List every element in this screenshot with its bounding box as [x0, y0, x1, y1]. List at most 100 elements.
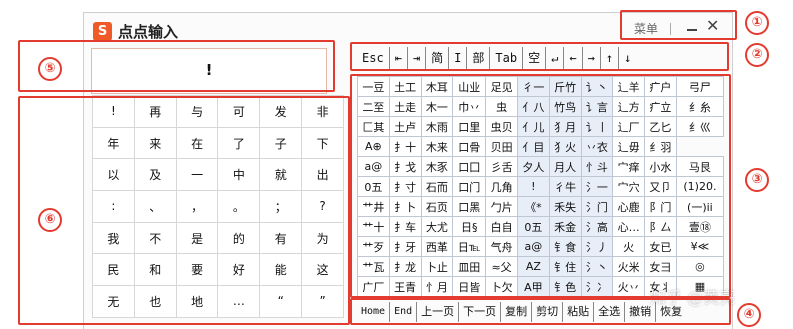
char-cell[interactable]: 一 [175, 158, 219, 192]
toolbar-key-7[interactable]: 空 [522, 47, 545, 69]
radical-cell[interactable]: 女已 [644, 236, 677, 257]
radical-cell[interactable]: 卜欠 [485, 276, 518, 297]
radical-cell[interactable]: 犭月 [548, 116, 582, 137]
char-cell[interactable]: 与 [175, 95, 219, 128]
radical-cell[interactable]: 西革 [420, 236, 454, 257]
radical-cell[interactable]: 弓尸 [675, 76, 725, 97]
radical-cell[interactable]: ◎ [675, 256, 725, 277]
radical-cell[interactable]: 亻目 [516, 136, 550, 157]
edit-button-1[interactable]: End [389, 302, 416, 322]
char-cell[interactable]: 出 [301, 158, 344, 192]
radical-cell[interactable]: 又卩 [644, 176, 677, 197]
toolbar-key-10[interactable]: → [581, 47, 600, 69]
char-cell[interactable]: 在 [175, 126, 219, 160]
char-cell[interactable]: ! [92, 95, 135, 128]
char-cell[interactable]: : [92, 190, 135, 223]
radical-cell[interactable]: (1)20. [675, 176, 725, 197]
char-cell[interactable]: 可 [217, 95, 261, 128]
char-cell[interactable]: 子 [259, 126, 303, 160]
radical-cell[interactable]: 宀穴 [612, 176, 646, 197]
radical-cell[interactable]: 火 [612, 236, 646, 257]
char-cell[interactable]: 地 [175, 285, 219, 318]
radical-cell[interactable]: 石而 [420, 176, 454, 197]
radical-cell[interactable]: 贝田 [485, 136, 518, 157]
radical-cell[interactable]: 火米 [612, 256, 646, 277]
radical-cell[interactable]: AZ [516, 256, 550, 277]
radical-cell[interactable]: 阝门 [644, 196, 677, 217]
char-cell[interactable]: 再 [133, 95, 177, 128]
radical-cell[interactable]: 辶羊 [612, 76, 646, 97]
radical-cell[interactable]: 日℡ [452, 236, 487, 257]
radical-cell[interactable]: 宀痒 [612, 156, 646, 177]
char-cell[interactable]: 这 [301, 253, 344, 287]
radical-cell[interactable]: 疒立 [644, 96, 677, 117]
radical-cell[interactable]: a@ [357, 156, 390, 177]
char-cell[interactable]: 下 [301, 126, 344, 160]
radical-cell[interactable]: 亻八 [516, 96, 550, 117]
radical-cell[interactable]: 扌卜 [388, 196, 422, 217]
char-cell[interactable]: 年 [92, 126, 135, 160]
char-cell[interactable]: 能 [259, 253, 303, 287]
radical-cell[interactable]: 纟羽 [644, 136, 677, 157]
radical-cell[interactable]: 木来 [420, 136, 454, 157]
radical-cell[interactable]: 土卢 [388, 116, 422, 137]
radical-cell[interactable]: 纟糸 [675, 96, 725, 117]
radical-cell[interactable]: 彡舌 [485, 156, 518, 177]
toolbar-key-8[interactable]: ↵ [545, 47, 563, 69]
char-cell[interactable]: 了 [217, 126, 261, 160]
radical-cell[interactable]: 《* [516, 196, 550, 217]
radical-cell[interactable]: 口门 [452, 176, 487, 197]
radical-cell[interactable]: 彳牛 [548, 176, 582, 197]
edit-button-2[interactable]: 上一页 [416, 302, 458, 322]
radical-cell[interactable]: 壹⑱ [675, 216, 725, 237]
close-button[interactable]: ✕ [706, 15, 719, 37]
char-cell[interactable]: 为 [301, 221, 344, 255]
radical-cell[interactable]: 艹歹 [357, 236, 390, 257]
radical-cell[interactable]: 女彐 [644, 256, 677, 277]
radical-cell[interactable]: 彳一 [516, 76, 550, 97]
radical-cell[interactable]: 夕人 [516, 156, 550, 177]
char-cell[interactable]: 要 [175, 253, 219, 287]
char-cell[interactable]: 和 [133, 253, 177, 287]
radical-cell[interactable]: 扌戈 [388, 156, 422, 177]
char-cell[interactable]: ” [301, 285, 344, 318]
radical-cell[interactable]: 日皆 [452, 276, 487, 297]
radical-cell[interactable]: 木雨 [420, 116, 454, 137]
char-cell[interactable]: ， [175, 190, 219, 223]
radical-cell[interactable]: 竹鸟 [548, 96, 582, 117]
toolbar-key-5[interactable]: 部 [466, 47, 489, 69]
menu-button[interactable]: 菜单 [634, 20, 658, 37]
radical-cell[interactable]: 心鹿 [612, 196, 646, 217]
edit-button-4[interactable]: 复制 [500, 302, 531, 322]
radical-cell[interactable]: 氵一 [580, 176, 614, 197]
radical-cell[interactable]: 石页 [420, 196, 454, 217]
radical-cell[interactable]: 氵丿 [580, 236, 614, 257]
radical-cell[interactable]: 亻儿 [516, 116, 550, 137]
toolbar-key-11[interactable]: ↑ [599, 47, 618, 69]
radical-cell[interactable]: 0五 [516, 216, 550, 237]
radical-cell[interactable]: 扌龙 [388, 256, 422, 277]
radical-cell[interactable]: 口里 [452, 116, 487, 137]
radical-cell[interactable]: 口囗 [452, 156, 487, 177]
radical-cell[interactable]: 氵冫 [580, 276, 614, 297]
edit-button-3[interactable]: 下一页 [458, 302, 500, 322]
radical-cell[interactable]: 一豆 [357, 76, 390, 97]
toolbar-key-2[interactable]: ⇥ [406, 47, 425, 69]
radical-cell[interactable]: 日§ [452, 216, 487, 237]
char-cell[interactable]: 发 [259, 95, 303, 128]
char-cell[interactable]: 好 [217, 253, 261, 287]
radical-cell[interactable]: 月人 [548, 156, 582, 177]
radical-cell[interactable]: 丷衣 [580, 136, 614, 157]
radical-cell[interactable]: 辶方 [612, 96, 646, 117]
radical-cell[interactable]: 讠丨 [580, 116, 614, 137]
char-cell[interactable]: “ [259, 285, 303, 318]
radical-cell[interactable]: 口黑 [452, 196, 487, 217]
char-cell[interactable]: 非 [301, 95, 344, 128]
radical-cell[interactable]: 小水 [644, 156, 677, 177]
radical-cell[interactable]: 讠丶 [580, 76, 614, 97]
radical-cell[interactable]: 扌牙 [388, 236, 422, 257]
radical-cell[interactable]: 辶毋 [612, 136, 646, 157]
radical-cell[interactable]: 艹瓦 [357, 256, 390, 277]
char-cell[interactable]: 中 [217, 158, 261, 192]
radical-cell[interactable]: 山业 [452, 76, 487, 97]
